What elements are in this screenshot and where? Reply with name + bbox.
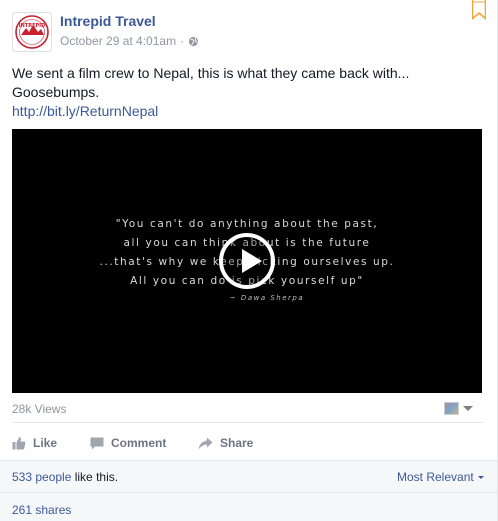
play-button[interactable] xyxy=(219,233,275,289)
play-icon xyxy=(242,249,262,273)
page-name-link[interactable]: Intrepid Travel xyxy=(60,12,156,30)
sort-comments-dropdown[interactable]: Most Relevant xyxy=(397,469,484,485)
quote-author: ~ Dawa Sherpa xyxy=(229,294,305,302)
comment-label: Comment xyxy=(111,436,167,450)
like-button[interactable]: Like xyxy=(12,434,57,452)
thumbs-up-icon xyxy=(12,437,26,450)
post-timestamp[interactable]: October 29 at 4:01am xyxy=(60,33,176,49)
post-link[interactable]: http://bit.ly/ReturnNepal xyxy=(12,102,482,121)
quote-line: "You can't do anything about the past, xyxy=(115,218,379,230)
shares-link[interactable]: 261 shares xyxy=(12,502,71,518)
comment-icon xyxy=(90,437,104,449)
share-arrow-icon xyxy=(198,437,213,449)
like-label: Like xyxy=(33,436,58,450)
like-summary-suffix: like this. xyxy=(71,470,119,484)
message-line: Goosebumps. xyxy=(12,84,100,100)
globe-icon[interactable] xyxy=(188,36,199,47)
comment-button[interactable]: Comment xyxy=(90,434,166,452)
logo-text: INTREPID xyxy=(19,23,45,29)
likers-link[interactable]: 533 people xyxy=(12,470,71,484)
like-summary: 533 people like this. xyxy=(12,469,118,485)
page-avatar[interactable]: INTREPID xyxy=(12,12,52,52)
view-count: 28k Views xyxy=(12,402,67,416)
caret-down-icon xyxy=(477,475,484,479)
post-message: We sent a film crew to Nepal, this is wh… xyxy=(12,64,482,121)
sort-label: Most Relevant xyxy=(397,470,474,484)
intrepid-logo: INTREPID xyxy=(15,15,49,49)
share-label: Share xyxy=(220,436,254,450)
share-button[interactable]: Share xyxy=(198,434,253,452)
divider xyxy=(12,422,484,423)
chevron-down-icon[interactable] xyxy=(463,406,473,411)
feed-post: INTREPID Intrepid Travel October 29 at 4… xyxy=(0,0,498,521)
meta-separator: · xyxy=(180,34,185,48)
video-player[interactable]: "You can't do anything about the past, a… xyxy=(12,129,482,393)
viewer-avatar[interactable] xyxy=(444,402,459,415)
message-line: We sent a film crew to Nepal, this is wh… xyxy=(12,65,410,81)
post-meta: October 29 at 4:01am · xyxy=(60,33,199,49)
bookmark-icon[interactable] xyxy=(472,0,486,20)
divider xyxy=(0,492,497,493)
